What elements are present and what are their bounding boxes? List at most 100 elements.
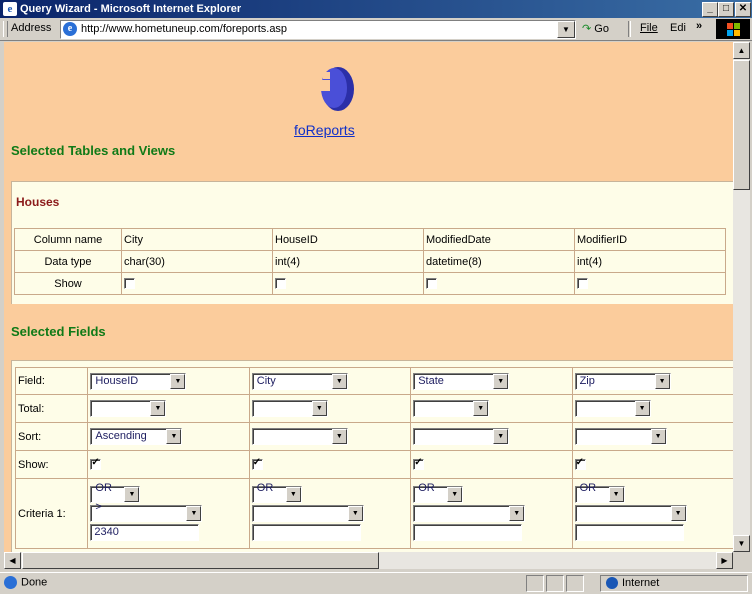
houses-panel: Houses Column name City HouseID Modified… <box>11 181 733 304</box>
address-bar: Address e http://www.hometuneup.com/fore… <box>0 18 752 41</box>
chevron-down-icon[interactable]: ▼ <box>493 373 509 389</box>
field-select[interactable]: City ▼ <box>251 372 348 390</box>
chevron-down-icon[interactable]: ▼ <box>473 401 489 416</box>
close-button[interactable]: ✕ <box>735 2 751 17</box>
horizontal-scrollbar[interactable]: ◀ ▶ <box>4 552 733 569</box>
toolbar-chevron[interactable]: » <box>696 20 702 32</box>
chevron-down-icon[interactable]: ▼ <box>447 487 463 502</box>
show-checkbox-city[interactable] <box>124 278 135 290</box>
criteria-operator-select[interactable]: ▼ <box>251 505 364 522</box>
chevron-down-icon[interactable]: ▼ <box>654 373 670 389</box>
chevron-down-icon[interactable]: ▼ <box>608 487 624 502</box>
section-title-fields: Selected Fields <box>11 324 106 339</box>
address-dropdown-button[interactable]: ▼ <box>557 21 575 38</box>
criteria-logic-select[interactable]: OR ▼ <box>574 483 625 503</box>
criteria-logic-select[interactable]: OR ▼ <box>413 483 464 503</box>
total-cell: ▼ <box>410 394 573 423</box>
show-checkbox[interactable] <box>90 457 102 471</box>
field-cell: City ▼ <box>248 367 412 395</box>
total-cell: ▼ <box>571 394 733 423</box>
table-row: Show <box>14 272 726 295</box>
criteria-value-input[interactable] <box>413 524 523 541</box>
criteria-value-input[interactable] <box>251 524 361 541</box>
chevron-down-icon[interactable]: ▼ <box>170 373 186 389</box>
show-checkbox[interactable] <box>574 457 586 471</box>
field-select[interactable]: HouseID ▼ <box>90 372 187 390</box>
address-input[interactable]: e http://www.hometuneup.com/foreports.as… <box>60 20 576 39</box>
chevron-down-icon[interactable]: ▼ <box>166 429 182 444</box>
menu-edit[interactable]: Edi <box>670 22 686 34</box>
chevron-down-icon[interactable]: ▼ <box>347 506 363 521</box>
chevron-down-icon[interactable]: ▼ <box>150 401 166 416</box>
chevron-down-icon[interactable]: ▼ <box>650 429 666 444</box>
go-arrow-icon: ↷ <box>582 23 592 35</box>
criteria-cell: OR ▼ ▼ <box>248 478 412 549</box>
total-select[interactable]: ▼ <box>574 400 651 417</box>
criteria-logic-select[interactable]: OR ▼ <box>251 483 302 503</box>
chevron-down-icon[interactable]: ▼ <box>124 487 140 502</box>
show-checkbox[interactable] <box>413 457 425 471</box>
show-checkbox-modifierid[interactable] <box>577 278 588 290</box>
show-cell <box>410 450 573 479</box>
chevron-down-icon[interactable]: ▼ <box>509 506 525 521</box>
show-cell <box>571 450 733 479</box>
total-select[interactable]: ▼ <box>413 400 490 417</box>
scroll-up-icon[interactable]: ▲ <box>733 42 750 59</box>
menu-file[interactable]: File <box>640 22 658 34</box>
sort-select[interactable]: ▼ <box>251 428 348 445</box>
total-select[interactable]: ▼ <box>251 400 328 417</box>
chevron-down-icon[interactable]: ▼ <box>331 373 347 389</box>
criteria-value-input[interactable] <box>574 524 684 541</box>
chevron-down-icon[interactable]: ▼ <box>670 506 686 521</box>
houses-label: Houses <box>16 195 60 209</box>
security-zone: Internet <box>606 577 659 590</box>
scroll-right-icon[interactable]: ▶ <box>716 552 733 569</box>
show-checkbox[interactable] <box>251 457 263 471</box>
chevron-down-icon[interactable]: ▼ <box>331 429 347 444</box>
toolbar-grip[interactable] <box>3 21 8 37</box>
table-row: Data type char(30) int(4) datetime(8) in… <box>14 250 726 273</box>
criteria-operator-select[interactable]: > ▼ <box>90 502 203 522</box>
chevron-down-icon[interactable]: ▼ <box>634 401 650 416</box>
forereports-logo-icon <box>318 67 354 111</box>
field-select[interactable]: State ▼ <box>413 372 510 390</box>
table-row: Criteria 1: OR ▼ > ▼ 2340 OR ▼ ▼ OR ▼ ▼ OR ▼ … <box>14 478 733 549</box>
criteria-operator-select[interactable]: ▼ <box>574 505 687 522</box>
show-cell <box>574 272 726 295</box>
status-text: Done <box>4 576 47 589</box>
chevron-down-icon[interactable]: ▼ <box>493 429 509 444</box>
vertical-scrollbar[interactable]: ▲ ▼ <box>733 42 750 552</box>
maximize-button[interactable]: □ <box>718 2 734 17</box>
sort-cell: Ascending ▼ <box>87 422 250 451</box>
windows-logo-icon <box>716 19 750 39</box>
globe-icon <box>606 577 618 590</box>
sort-select[interactable]: ▼ <box>574 428 667 445</box>
sort-select[interactable]: Ascending ▼ <box>90 428 183 445</box>
field-select[interactable]: Zip ▼ <box>574 372 671 390</box>
total-select[interactable]: ▼ <box>90 400 167 417</box>
criteria-operator-select[interactable]: ▼ <box>413 505 526 522</box>
scroll-left-icon[interactable]: ◀ <box>4 552 21 569</box>
criteria-value-input[interactable]: 2340 <box>90 524 200 541</box>
show-checkbox-modifieddate[interactable] <box>426 278 437 290</box>
row-header-sort: Sort: <box>14 422 89 451</box>
table-row: Column name City HouseID ModifiedDate Mo… <box>14 228 726 251</box>
column-name-cell: ModifierID <box>574 228 726 251</box>
chevron-down-icon[interactable]: ▼ <box>311 401 327 416</box>
go-label: Go <box>594 23 609 35</box>
ie-icon[interactable]: e <box>3 2 17 16</box>
status-panel <box>566 575 584 592</box>
forereports-link[interactable]: foReports <box>294 122 355 138</box>
sort-select[interactable]: ▼ <box>413 428 510 445</box>
status-bar: Done Internet <box>0 572 752 594</box>
horizontal-scroll-thumb[interactable] <box>22 552 379 569</box>
vertical-scroll-thumb[interactable] <box>733 60 750 190</box>
minimize-button[interactable]: _ <box>702 2 718 17</box>
table-row: Total: ▼ ▼ ▼ ▼ <box>14 394 733 423</box>
go-button[interactable]: ↷ Go <box>582 22 609 35</box>
chevron-down-icon[interactable]: ▼ <box>285 487 301 502</box>
scroll-down-icon[interactable]: ▼ <box>733 535 750 552</box>
show-checkbox-houseid[interactable] <box>275 278 286 290</box>
show-cell <box>121 272 273 295</box>
chevron-down-icon[interactable]: ▼ <box>186 506 202 521</box>
